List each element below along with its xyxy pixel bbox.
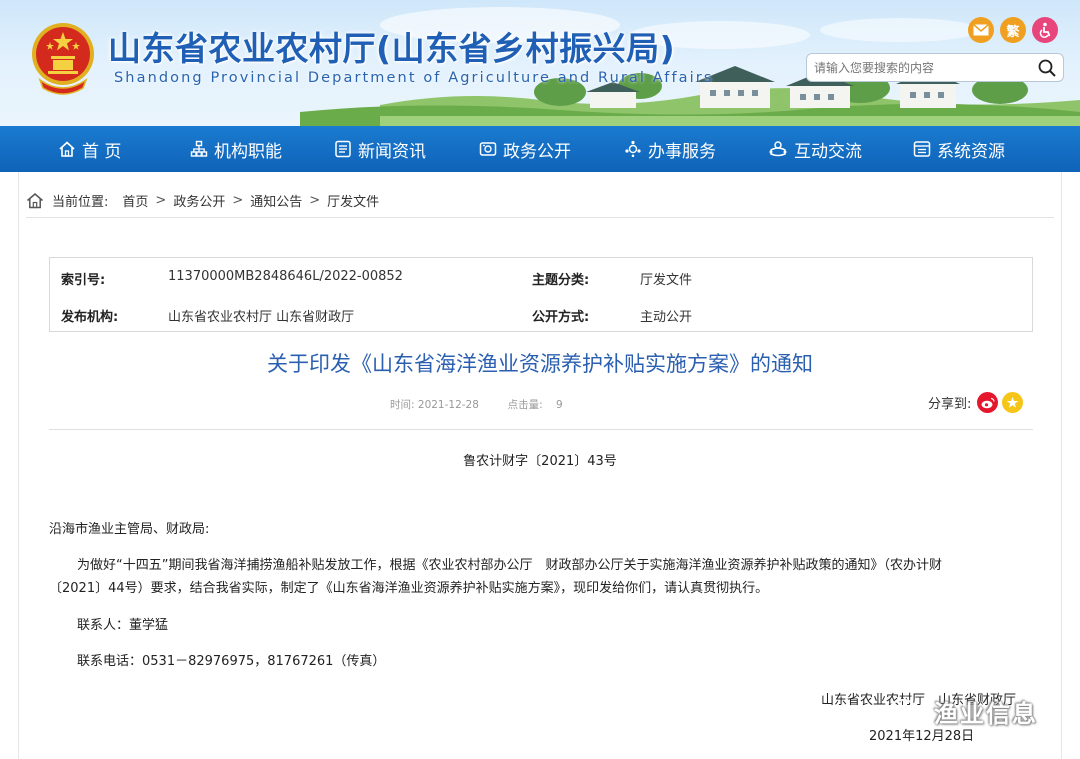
topic-label: 主题分类: (532, 273, 590, 288)
nav-item-home[interactable]: 首 页 (58, 126, 121, 172)
home-icon (59, 141, 75, 157)
info-row-1: 索引号: 11370000MB2848646L/2022-00852 主题分类:… (50, 258, 1034, 295)
breadcrumb-home[interactable]: 首页 (122, 191, 148, 210)
search-icon[interactable] (1037, 58, 1057, 78)
index-label: 索引号: (61, 273, 106, 288)
home-icon (27, 192, 43, 208)
site-header: 山东省农业农村厅(山东省乡村振兴局) Shandong Provincial D… (0, 0, 1080, 126)
national-emblem-icon (32, 23, 94, 95)
watermark-text: 渔业信息 (934, 700, 1038, 728)
contact-person: 联系人：董学猛 (77, 618, 169, 633)
breadcrumb-docs[interactable]: 厅发文件 (327, 191, 379, 210)
nav-item-label: 办事服务 (648, 141, 716, 162)
article-meta: 时间: 2021-12-28 点击量: 9 (390, 397, 563, 412)
nav-item-label: 新闻资讯 (358, 141, 426, 162)
weibo-share-icon[interactable] (977, 392, 999, 413)
document-number: 鲁农计财字〔2021〕43号 (463, 454, 617, 469)
publisher-value: 山东省农业农村厅 山东省财政厅 (168, 310, 355, 325)
interact-icon (769, 141, 787, 157)
breadcrumb-separator: > (232, 192, 244, 208)
mail-icon[interactable] (968, 17, 994, 43)
nav-item-label: 政务公开 (503, 141, 571, 162)
article-title: 关于印发《山东省海洋渔业资源养护补贴实施方案》的通知 (267, 352, 813, 376)
breadcrumb-notice[interactable]: 通知公告 (250, 191, 302, 210)
nav-item-org[interactable]: 机构职能 (190, 126, 282, 172)
favorite-share-icon[interactable] (1002, 392, 1024, 413)
nav-item-interact[interactable]: 互动交流 (768, 126, 862, 172)
hits-value: 9 (556, 399, 563, 411)
main-nav: 首 页 机构职能 新闻资讯 政务公开 办事服务 互动交流 系统资源 (0, 126, 1080, 172)
share-label: 分享到: (928, 397, 972, 412)
accessibility-icon[interactable] (1032, 17, 1058, 43)
publisher-label: 发布机构: (61, 310, 119, 325)
breadcrumb-separator: > (155, 192, 167, 208)
gov-icon (479, 142, 497, 156)
disclosure-value: 主动公开 (640, 310, 693, 325)
info-row-2: 发布机构: 山东省农业农村厅 山东省财政厅 公开方式: 主动公开 (50, 295, 1034, 332)
body-line-1: 为做好“十四五”期间我省海洋捕捞渔船补贴发放工作，根据《农业农村部办公厅 财政部… (77, 558, 942, 573)
search-box (806, 53, 1064, 82)
hits-label: 点击量: (507, 399, 543, 411)
resource-icon (913, 141, 931, 157)
nav-item-news[interactable]: 新闻资讯 (334, 126, 426, 172)
nav-item-label: 互动交流 (794, 141, 862, 162)
top-utility-icons: 繁 (968, 17, 1058, 43)
disclosure-label: 公开方式: (532, 310, 590, 325)
breadcrumb-separator: > (309, 192, 321, 208)
nav-item-service[interactable]: 办事服务 (624, 126, 716, 172)
salutation: 沿海市渔业主管局、财政局: (49, 522, 210, 537)
article-divider (49, 429, 1033, 430)
contact-phone: 联系电话：0531－82976975，81767261（传真） (77, 654, 386, 669)
nav-item-label: 首 页 (82, 141, 122, 162)
nav-item-label: 系统资源 (937, 141, 1005, 162)
share-bar: 分享到: (928, 392, 1024, 413)
breadcrumb: 当前位置: 首页 > 政务公开 > 通知公告 > 厅发文件 (26, 188, 379, 212)
org-icon (190, 140, 208, 157)
time-value: 2021-12-28 (417, 399, 479, 411)
nav-item-gov[interactable]: 政务公开 (479, 126, 571, 172)
search-input[interactable] (807, 54, 1027, 81)
wechat-icon (888, 698, 928, 726)
document-info-table: 索引号: 11370000MB2848646L/2022-00852 主题分类:… (49, 257, 1033, 332)
body-line-2: 〔2021〕44号）要求，结合我省实际，制定了《山东省海洋渔业资源养护补贴实施方… (49, 581, 769, 596)
breadcrumb-divider (26, 217, 1054, 218)
topic-value: 厅发文件 (640, 273, 693, 288)
time-label: 时间: (390, 399, 415, 411)
site-subtitle: Shandong Provincial Department of Agricu… (114, 70, 714, 86)
nav-item-label: 机构职能 (214, 141, 282, 162)
index-value: 11370000MB2848646L/2022-00852 (168, 269, 403, 284)
breadcrumb-gov[interactable]: 政务公开 (173, 191, 225, 210)
service-icon (625, 140, 641, 158)
nav-item-resource[interactable]: 系统资源 (913, 126, 1005, 172)
traditional-chinese-icon[interactable]: 繁 (1000, 17, 1026, 43)
site-title: 山东省农业农村厅(山东省乡村振兴局) (108, 29, 676, 68)
wechat-watermark: 渔业信息 (888, 694, 1038, 729)
breadcrumb-prefix: 当前位置: (52, 194, 109, 210)
news-icon (335, 140, 351, 158)
